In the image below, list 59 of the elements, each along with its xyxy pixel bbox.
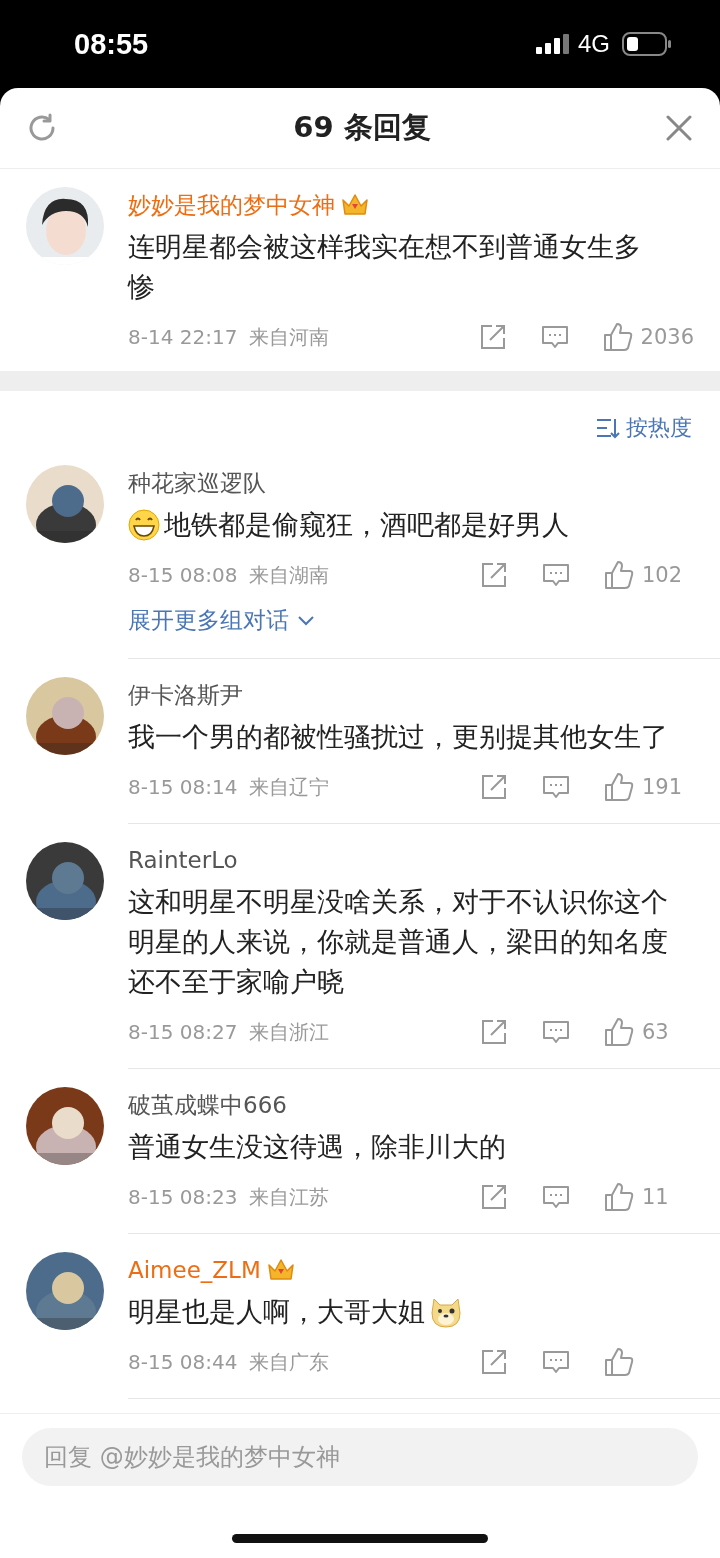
- comment-location: 来自广东: [249, 1348, 330, 1376]
- comment-icon[interactable]: [542, 773, 570, 801]
- thumbs-up-icon[interactable]: [604, 560, 634, 590]
- comment-time: 8-15 08:14: [128, 775, 238, 799]
- crown-icon: [266, 1257, 295, 1283]
- thumbs-up-icon[interactable]: [604, 1182, 634, 1212]
- comment-location: 来自河南: [249, 323, 330, 351]
- share-icon[interactable]: [478, 323, 507, 351]
- user-name[interactable]: 伊卡洛斯尹: [128, 679, 243, 711]
- comment-icon[interactable]: [542, 1183, 570, 1211]
- comment-text: 这和明星不明星没啥关系，对于不认识你这个明星的人来说，你就是普通人，梁田的知名度还不至于家喻户晓: [128, 885, 669, 999]
- comment-location: 来自江苏: [249, 1183, 330, 1211]
- share-icon[interactable]: [480, 1183, 508, 1211]
- crown-icon: [341, 192, 369, 218]
- reply-field[interactable]: 回复 @妙妙是我的梦中女神: [22, 1428, 698, 1486]
- sort-button[interactable]: 按热度: [596, 413, 692, 443]
- thumbs-up-icon[interactable]: [604, 1347, 634, 1377]
- comment-text: 普通女生没这待遇，除非川大的: [128, 1130, 507, 1164]
- network-label: 4G: [578, 30, 610, 58]
- user-name[interactable]: 种花家巡逻队: [128, 467, 266, 499]
- comment-time: 8-15 08:08: [128, 563, 238, 587]
- battery-icon: [622, 32, 672, 56]
- share-icon[interactable]: [480, 1348, 508, 1376]
- comment-location: 来自辽宁: [249, 773, 330, 801]
- close-icon[interactable]: [666, 115, 692, 141]
- comment-location: 来自湖南: [249, 561, 330, 589]
- comment-text: 连明星都会被这样我实在想不到普通女生多惨: [128, 230, 642, 304]
- status-time: 08:55: [74, 27, 149, 61]
- like-count: 11: [642, 1185, 669, 1209]
- like-count: 63: [642, 1020, 669, 1044]
- sort-icon: [596, 417, 620, 439]
- share-icon[interactable]: [480, 1018, 508, 1046]
- user-name[interactable]: RainterLo: [128, 847, 238, 873]
- comment-text: 我一个男的都被性骚扰过，更别提其他女生了: [128, 720, 669, 754]
- comment-time: 8-14 22:17: [128, 325, 238, 349]
- like-count: 2036: [640, 325, 694, 349]
- header-title: 69 条回复: [293, 109, 431, 146]
- comment-time: 8-15 08:23: [128, 1185, 238, 1209]
- comment-icon[interactable]: [542, 1348, 570, 1376]
- thumbs-up-icon[interactable]: [604, 1017, 634, 1047]
- comment-text: 明星也是人啊，大哥大姐: [128, 1295, 425, 1329]
- comment-location: 来自浙江: [249, 1018, 330, 1046]
- thumbs-up-icon[interactable]: [604, 772, 634, 802]
- comment-time: 8-15 08:44: [128, 1350, 238, 1374]
- expand-link[interactable]: 展开更多组对话: [128, 593, 315, 640]
- comment-icon[interactable]: [540, 323, 569, 351]
- share-icon[interactable]: [480, 561, 508, 589]
- thumbs-up-icon[interactable]: [602, 322, 633, 352]
- like-count: 102: [642, 563, 683, 587]
- user-name[interactable]: 破茧成蝶中666: [128, 1089, 287, 1121]
- grinning-face-icon: [128, 509, 160, 541]
- chevron-down-icon: [297, 614, 315, 627]
- comment-text: 地铁都是偷窥狂，酒吧都是好男人: [164, 508, 570, 542]
- signal-icon: [536, 34, 570, 54]
- comment-time: 8-15 08:27: [128, 1020, 238, 1044]
- share-icon[interactable]: [480, 773, 508, 801]
- comment-icon[interactable]: [542, 561, 570, 589]
- like-count: 191: [642, 775, 683, 799]
- comment-icon[interactable]: [542, 1018, 570, 1046]
